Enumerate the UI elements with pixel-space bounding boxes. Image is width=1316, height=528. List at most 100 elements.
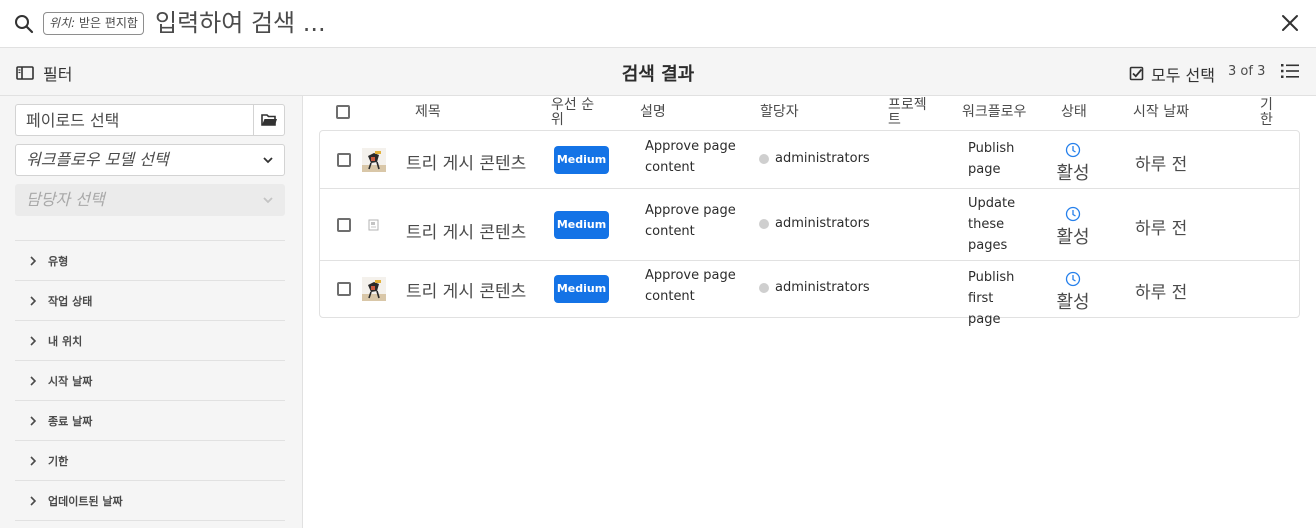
chevron-right-icon	[30, 255, 37, 266]
chevron-down-icon	[263, 197, 273, 204]
chevron-right-icon	[30, 455, 37, 466]
facet-label: 종료 날짜	[48, 414, 93, 428]
row-status: 활성	[1056, 142, 1090, 185]
status-label: 활성	[1056, 163, 1090, 184]
checkbox-checked-icon	[1129, 66, 1144, 81]
table-row[interactable]: 트리 게시 콘텐츠 Medium Approve page content ad…	[320, 189, 1299, 261]
chevron-right-icon	[30, 335, 37, 346]
chevron-down-icon	[263, 157, 273, 164]
row-checkbox[interactable]	[337, 153, 351, 167]
row-start-date: 하루 전	[1135, 283, 1188, 303]
image-thumbnail-icon	[362, 277, 386, 301]
priority-badge: Medium	[554, 211, 609, 239]
chevron-right-icon	[30, 415, 37, 426]
facet-label: 작업 상태	[48, 294, 93, 308]
filter-panel: 워크플로우 모델 선택 담당자 선택 유형 작업 상태 내 위치 시작 날짜 종	[0, 96, 303, 528]
table-header: 제목 우선 순위 설명 할당자 프로젝트 워크플로우 상태 시작 날짜 기한	[319, 96, 1300, 130]
clock-icon	[1065, 271, 1081, 287]
search-icon	[15, 15, 34, 34]
chevron-right-icon	[30, 495, 37, 506]
column-header-description[interactable]: 설명	[640, 105, 666, 120]
column-header-title[interactable]: 제목	[415, 105, 441, 120]
select-all-button[interactable]: 모두 선택	[1129, 62, 1215, 86]
row-assignee: administrators	[759, 151, 870, 166]
facet-task-status[interactable]: 작업 상태	[15, 281, 285, 321]
filter-label: 필터	[43, 65, 73, 84]
folder-icon	[260, 114, 277, 126]
column-header-due[interactable]: 기한	[1260, 98, 1276, 128]
priority-badge: Medium	[554, 146, 609, 174]
table-row[interactable]: 트리 게시 콘텐츠 Medium Approve page content ad…	[320, 261, 1299, 327]
assignee-name: administrators	[775, 280, 870, 295]
status-label: 활성	[1056, 227, 1090, 248]
column-header-assignee[interactable]: 할당자	[760, 105, 799, 120]
chevron-right-icon	[30, 295, 37, 306]
row-start-date: 하루 전	[1135, 219, 1188, 239]
facet-type[interactable]: 유형	[15, 241, 285, 281]
assignee-name: administrators	[775, 216, 870, 231]
column-header-status[interactable]: 상태	[1061, 105, 1087, 120]
column-header-priority[interactable]: 우선 순위	[551, 98, 605, 128]
row-assignee: administrators	[759, 280, 870, 295]
filter-toggle-button[interactable]: 필터	[16, 61, 72, 85]
column-header-start-date[interactable]: 시작 날짜	[1133, 105, 1189, 120]
facet-label: 업데이트된 날짜	[48, 494, 123, 508]
avatar	[759, 153, 769, 164]
status-label: 활성	[1056, 292, 1090, 313]
facet-label: 시작 날짜	[48, 374, 93, 388]
row-description: Approve page content	[645, 268, 736, 304]
table-row[interactable]: 트리 게시 콘텐츠 Medium Approve page content ad…	[320, 131, 1299, 189]
column-header-workflow[interactable]: 워크플로우	[962, 105, 1026, 120]
row-status: 활성	[1056, 271, 1090, 314]
row-assignee: administrators	[759, 216, 870, 231]
sidebar-panel-icon	[16, 66, 34, 80]
assignee-placeholder: 담당자 선택	[26, 190, 105, 209]
row-title[interactable]: 트리 게시 콘텐츠	[406, 218, 526, 243]
payload-input[interactable]	[15, 104, 253, 136]
location-tag[interactable]: 위치: 받은 편지함	[43, 12, 144, 35]
results-toolbar: 필터 검색 결과 모두 선택 3 of 3	[0, 48, 1316, 96]
assignee-name: administrators	[775, 151, 870, 166]
select-all-checkbox[interactable]	[336, 105, 350, 119]
results-table: 트리 게시 콘텐츠 Medium Approve page content ad…	[319, 130, 1300, 327]
row-start-date: 하루 전	[1135, 155, 1188, 175]
facet-label: 기한	[48, 454, 69, 468]
list-view-icon[interactable]	[1281, 63, 1299, 79]
facet-label: 유형	[48, 254, 69, 268]
location-prefix: 위치:	[49, 16, 76, 30]
row-status: 활성	[1056, 206, 1090, 249]
image-thumbnail-icon	[362, 148, 386, 172]
facet-updated-date[interactable]: 업데이트된 날짜	[15, 481, 285, 521]
chevron-right-icon	[30, 375, 37, 386]
browse-button[interactable]	[253, 104, 285, 136]
row-checkbox[interactable]	[337, 282, 351, 296]
payload-picker	[15, 104, 285, 136]
facet-start-date[interactable]: 시작 날짜	[15, 361, 285, 401]
location-value: 받은 편지함	[78, 16, 138, 30]
facet-end-date[interactable]: 종료 날짜	[15, 401, 285, 441]
facet-due[interactable]: 기한	[15, 441, 285, 481]
search-input[interactable]	[155, 6, 1255, 40]
column-header-project[interactable]: 프로젝트	[888, 98, 938, 128]
clock-icon	[1065, 206, 1081, 222]
result-count: 3 of 3	[1228, 64, 1266, 79]
close-icon[interactable]	[1280, 13, 1300, 33]
workflow-model-select[interactable]: 워크플로우 모델 선택	[15, 144, 285, 176]
row-description: Approve page content	[645, 139, 736, 175]
row-checkbox[interactable]	[337, 218, 351, 232]
facet-label: 내 위치	[48, 334, 83, 348]
row-workflow: Update these pages	[968, 196, 1016, 253]
pages-thumbnail-icon	[368, 219, 379, 231]
row-workflow: Publish page	[968, 141, 1015, 177]
row-workflow: Publish first page	[968, 270, 1015, 327]
assignee-select: 담당자 선택	[15, 184, 285, 216]
page-title: 검색 결과	[621, 64, 695, 85]
facet-list: 유형 작업 상태 내 위치 시작 날짜 종료 날짜 기한 업데이트된 날짜	[15, 240, 285, 521]
select-all-label: 모두 선택	[1151, 66, 1215, 85]
priority-badge: Medium	[554, 275, 609, 303]
avatar	[759, 282, 769, 293]
row-description: Approve page content	[645, 203, 736, 239]
row-title[interactable]: 트리 게시 콘텐츠	[406, 277, 526, 302]
row-title[interactable]: 트리 게시 콘텐츠	[406, 149, 526, 174]
facet-my-location[interactable]: 내 위치	[15, 321, 285, 361]
